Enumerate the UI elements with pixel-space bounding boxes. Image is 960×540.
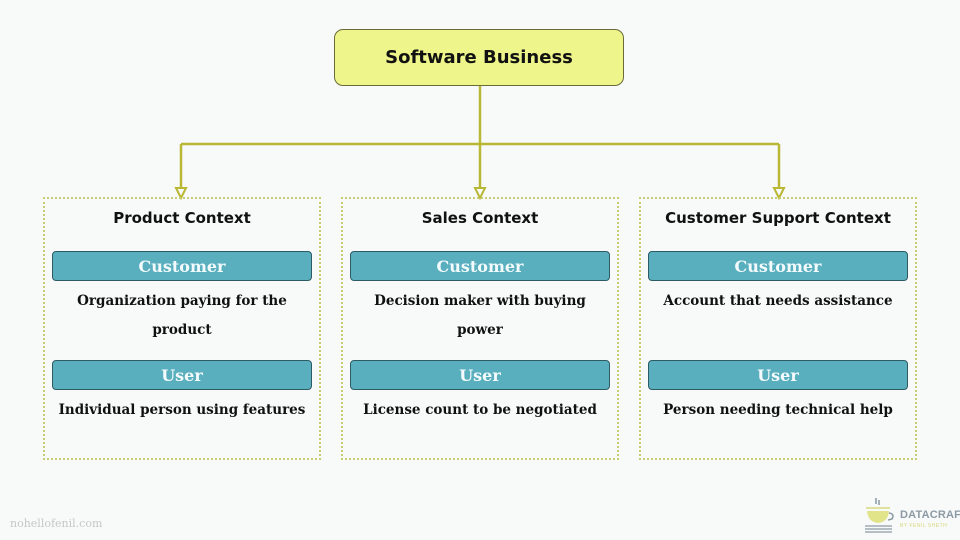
user-description: Person needing technical help <box>663 402 893 418</box>
role-customer: Customer <box>350 251 610 281</box>
role-user: User <box>350 360 610 390</box>
logo-subtext: BY FENIL SHETH <box>900 523 948 529</box>
role-label: User <box>459 365 501 385</box>
customer-description: Account that needs assistance <box>663 293 893 309</box>
role-label: User <box>161 365 203 385</box>
user-description: Individual person using features <box>58 402 306 418</box>
context-sales: Sales Context Customer Decision maker wi… <box>341 197 619 460</box>
logo: DATACRAFT BY FENIL SHETH <box>862 496 960 536</box>
customer-description: Organization paying for the product <box>77 293 287 338</box>
context-title: Sales Context <box>421 209 539 227</box>
role-label: Customer <box>138 256 226 276</box>
role-user: User <box>648 360 908 390</box>
root-node: Software Business <box>334 29 624 86</box>
context-title: Product Context <box>113 209 251 227</box>
role-user: User <box>52 360 312 390</box>
customer-description: Decision maker with buying power <box>374 293 586 338</box>
logo-text: DATACRAFT <box>900 509 960 521</box>
role-customer: Customer <box>648 251 908 281</box>
role-label: Customer <box>734 256 822 276</box>
user-description: License count to be negotiated <box>363 402 597 418</box>
coffee-cup-books-icon <box>865 498 894 533</box>
root-label: Software Business <box>385 47 573 68</box>
role-customer: Customer <box>52 251 312 281</box>
context-product: Product Context Customer Organization pa… <box>43 197 321 460</box>
footer-url: nohellofenil.com <box>10 517 103 530</box>
context-customer-support: Customer Support Context Customer Accoun… <box>639 197 917 460</box>
context-title: Customer Support Context <box>665 209 891 227</box>
role-label: Customer <box>436 256 524 276</box>
role-label: User <box>757 365 799 385</box>
